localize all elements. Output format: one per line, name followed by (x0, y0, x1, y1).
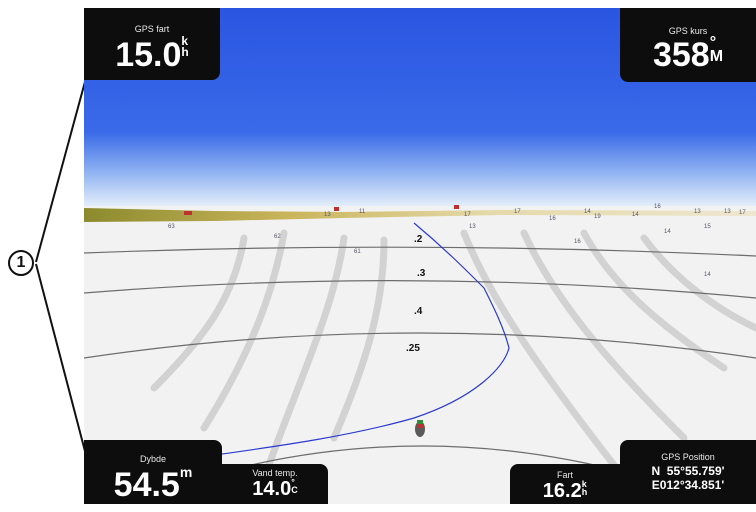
svg-text:15: 15 (704, 224, 711, 230)
svg-text:14: 14 (704, 272, 711, 278)
svg-text:13: 13 (324, 212, 331, 218)
svg-text:16: 16 (549, 216, 556, 222)
gps-speed-label: GPS fart (134, 24, 170, 34)
svg-text:16: 16 (574, 239, 581, 245)
gps-position-lat: N 55°55.759' (651, 464, 725, 478)
svg-text:61: 61 (354, 249, 361, 255)
depth-value: 54.5 (113, 466, 180, 504)
speed-label: Fart (556, 470, 573, 480)
gps-course-value: 358 (652, 36, 710, 74)
gps-speed-field[interactable]: GPS fart 15.0 k h (84, 8, 220, 80)
depth-field[interactable]: Dybde 54.5m (84, 440, 222, 504)
svg-text:17: 17 (464, 212, 471, 218)
callout-number: 1 (8, 250, 34, 276)
svg-text:14: 14 (584, 209, 591, 215)
water-temp-field[interactable]: Vand temp. 14.0 ° C (222, 464, 328, 504)
gps-course-field[interactable]: GPS kurs 358 ° M (620, 8, 756, 82)
gps-position-lon: E012°34.851' (651, 478, 725, 492)
marker-label: .2 (414, 234, 423, 245)
water-temp-unit-bottom: C (291, 485, 298, 496)
marker-label: .3 (417, 268, 426, 279)
depth-unit: m (179, 464, 193, 480)
svg-text:19: 19 (594, 214, 601, 220)
water-temp-label: Vand temp. (252, 468, 298, 478)
gps-speed-unit-bottom: h (181, 44, 189, 59)
marker-label: .25 (406, 343, 420, 354)
gps-position-label: GPS Position (661, 452, 715, 462)
svg-text:14: 14 (632, 212, 639, 218)
svg-text:13: 13 (694, 209, 701, 215)
svg-text:14: 14 (664, 229, 671, 235)
chartplotter-screen: 63 62 61 13 11 17 17 13 14 16 14 15 14 1… (84, 8, 756, 504)
water-temp-value: 14.0 (252, 478, 292, 500)
svg-text:11: 11 (359, 209, 366, 215)
svg-text:17: 17 (739, 210, 746, 216)
perspective-3d-view[interactable]: 63 62 61 13 11 17 17 13 14 16 14 15 14 1… (84, 8, 756, 504)
svg-text:62: 62 (274, 234, 281, 240)
svg-text:63: 63 (168, 224, 175, 230)
speed-unit-bottom: h (581, 487, 588, 498)
marker-label: .4 (414, 306, 423, 317)
gps-course-unit-bottom: M (709, 48, 724, 66)
svg-text:16: 16 (654, 204, 661, 210)
depth-label: Dybde (139, 454, 166, 464)
speed-field[interactable]: Fart 16.2 k h (510, 464, 620, 504)
svg-text:13: 13 (724, 209, 731, 215)
gps-position-field[interactable]: GPS Position N 55°55.759' E012°34.851' (620, 440, 756, 504)
svg-text:17: 17 (514, 209, 521, 215)
svg-text:13: 13 (469, 224, 476, 230)
gps-course-label: GPS kurs (668, 26, 708, 36)
gps-speed-value: 15.0 (115, 36, 182, 74)
speed-value: 16.2 (542, 480, 582, 502)
